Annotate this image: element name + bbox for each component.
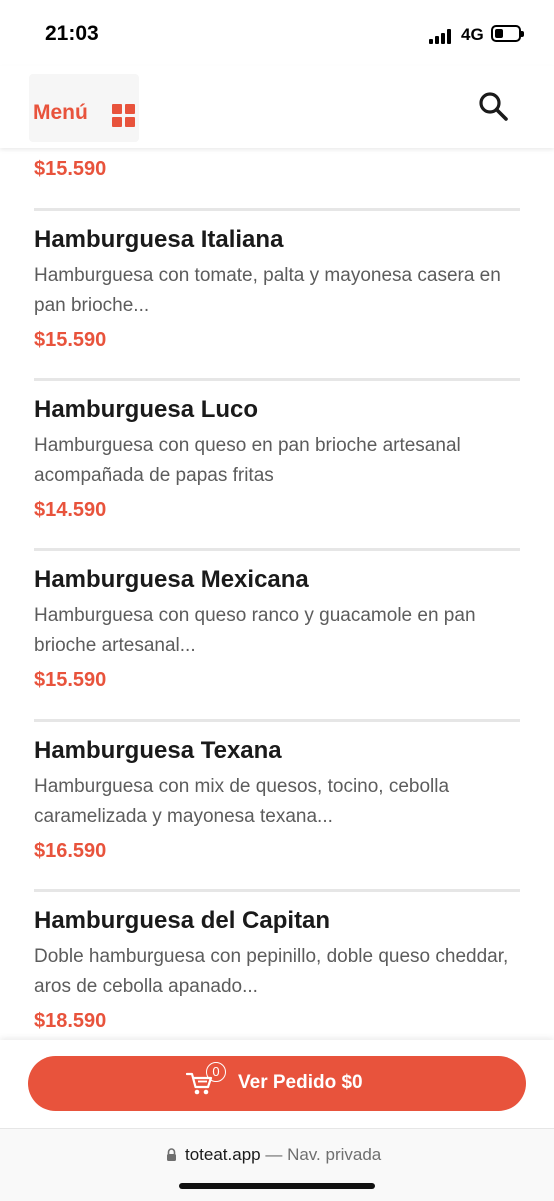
url-bar[interactable]: toteat.app — Nav. privada [166,1145,381,1165]
item-price: $14.590 [34,499,107,521]
item-description: Hamburguesa con queso ranco y guacamole … [34,605,476,656]
url-text: toteat.app [185,1145,261,1164]
header: Menú [0,66,554,148]
item-price: $15.590 [34,329,107,351]
network-label: 4G [461,25,484,44]
item-description: Hamburguesa con queso en pan brioche art… [34,435,461,486]
item-price: $15.590 [34,158,107,180]
signal-icon [429,28,455,44]
item-name: Hamburguesa del Capitan [34,907,331,934]
menu-button[interactable]: Menú [29,74,139,142]
lock-icon [166,1146,177,1161]
view-order-button[interactable]: 0 Ver Pedido $0 [28,1056,526,1111]
battery-icon [491,25,524,42]
item-price: $18.590 [34,1010,107,1032]
item-description: Doble hamburguesa con pepinillo, doble q… [34,946,509,997]
home-indicator[interactable] [179,1183,375,1189]
status-bar: 21:03 4G [0,0,554,66]
cart-count-badge: 0 [206,1062,226,1082]
item-name: Hamburguesa Luco [34,396,259,423]
browser-bar: toteat.app — Nav. privada [0,1128,554,1201]
order-bar: 0 Ver Pedido $0 [0,1040,554,1128]
menu-label: Menú [33,101,88,124]
menu-item[interactable]: Hamburguesa Mexicana Hamburguesa con que… [34,548,520,691]
menu-item[interactable]: Hamburguesa Italiana Hamburguesa con tom… [34,208,520,351]
browsing-mode: — Nav. privada [260,1145,382,1164]
item-description: Hamburguesa con mix de quesos, tocino, c… [34,776,450,827]
item-name: Hamburguesa Italiana [34,226,284,253]
item-price: $16.590 [34,840,107,862]
menu-item[interactable]: Hamburguesa del Capitan Doble hamburgues… [34,889,520,1032]
item-name: Hamburguesa Mexicana [34,566,309,593]
menu-item[interactable]: Hamburguesa Texana Hamburguesa con mix d… [34,719,520,862]
grid-icon [112,104,135,127]
status-time: 21:03 [45,22,99,45]
view-order-label: Ver Pedido $0 [238,1072,363,1093]
item-name: Hamburguesa Texana [34,737,282,764]
item-description: Hamburguesa con tomate, palta y mayonesa… [34,265,501,316]
search-icon[interactable] [477,90,509,122]
item-price: $15.590 [34,669,107,691]
menu-item[interactable]: Hamburguesa Luco Hamburguesa con queso e… [34,378,520,521]
